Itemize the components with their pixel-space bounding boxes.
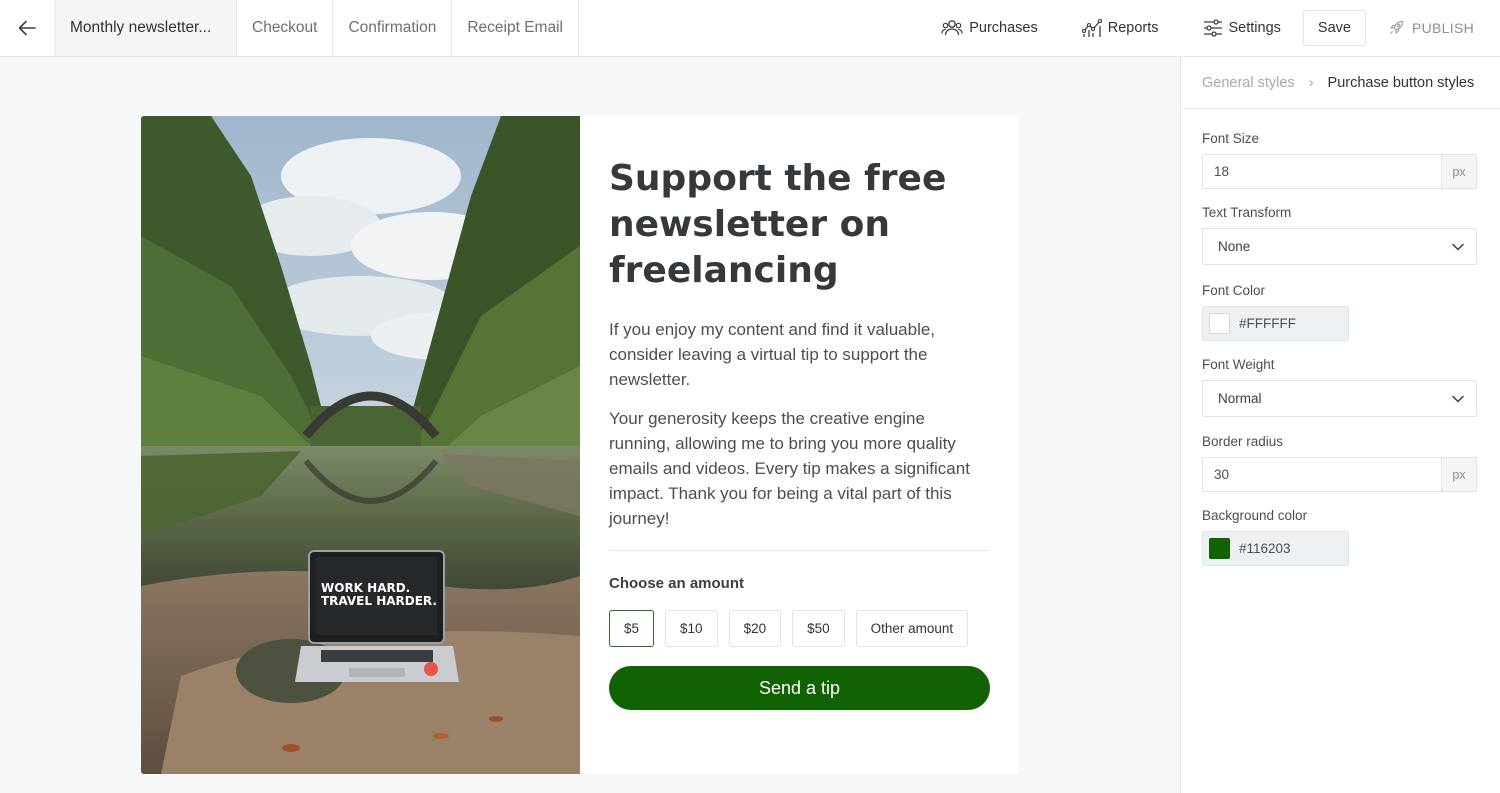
text-transform-field: Text Transform None <box>1202 205 1477 265</box>
breadcrumb-current: Purchase button styles <box>1327 74 1475 91</box>
hero-photo: WORK HARD. TRAVEL HARDER. <box>141 116 580 774</box>
breadcrumb-general-styles[interactable]: General styles <box>1202 75 1295 91</box>
sliders-icon <box>1203 19 1222 37</box>
background-color-value: #116203 <box>1239 541 1291 556</box>
font-color-picker[interactable]: #FFFFFF <box>1202 306 1349 341</box>
rocket-icon <box>1390 20 1404 34</box>
amount-option-50[interactable]: $50 <box>792 610 845 647</box>
arrow-left-icon <box>18 20 36 36</box>
users-icon <box>941 20 964 36</box>
chevron-down-icon <box>1452 395 1464 403</box>
amount-option-10[interactable]: $10 <box>665 610 718 647</box>
publish-button[interactable]: PUBLISH <box>1388 20 1474 36</box>
background-color-label: Background color <box>1202 508 1308 523</box>
tab-receipt-email[interactable]: Receipt Email <box>452 0 579 56</box>
font-weight-select[interactable]: Normal <box>1202 380 1477 417</box>
tab-page[interactable]: Monthly newsletter... <box>54 0 237 56</box>
font-weight-field: Font Weight Normal <box>1202 357 1477 417</box>
settings-link[interactable]: Settings <box>1203 19 1281 37</box>
save-button[interactable]: Save <box>1302 10 1366 46</box>
page-headline: Support the free newsletter on freelanci… <box>609 158 947 291</box>
amount-option-5[interactable]: $5 <box>609 610 655 647</box>
send-tip-button[interactable]: Send a tip <box>609 666 990 710</box>
font-size-input[interactable] <box>1203 155 1441 188</box>
breadcrumb: General styles › Purchase button styles <box>1181 57 1500 109</box>
background-color-picker[interactable]: #116203 <box>1202 531 1349 566</box>
checkout-preview-card: WORK HARD. TRAVEL HARDER. Support the fr… <box>141 116 1019 774</box>
amount-option-20[interactable]: $20 <box>728 610 782 647</box>
font-size-field: Font Size px <box>1202 131 1477 189</box>
chevron-down-icon <box>1452 243 1464 251</box>
font-color-swatch <box>1209 313 1230 334</box>
font-weight-label: Font Weight <box>1202 357 1275 372</box>
background-color-field: Background color #116203 <box>1202 508 1477 566</box>
choose-amount-label: Choose an amount <box>609 575 745 592</box>
breadcrumb-separator-icon: › <box>1308 74 1314 91</box>
intro-paragraph: If you enjoy my content and find it valu… <box>609 320 936 389</box>
laptop-sticker-line-2: TRAVEL HARDER. <box>321 594 437 608</box>
chart-icon <box>1081 18 1102 37</box>
purchases-link[interactable]: Purchases <box>941 19 1038 37</box>
amount-option-other[interactable]: Other amount <box>855 610 969 647</box>
tab-confirmation[interactable]: Confirmation <box>333 0 453 56</box>
section-divider <box>609 550 990 551</box>
border-radius-input[interactable] <box>1203 458 1441 491</box>
text-transform-value: None <box>1218 239 1251 254</box>
top-bar: Monthly newsletter... Checkout Confirmat… <box>0 0 1500 57</box>
body-paragraph: Your generosity keeps the creative engin… <box>609 409 970 528</box>
border-radius-label: Border radius <box>1202 434 1284 449</box>
settings-label: Settings <box>1228 20 1281 36</box>
font-weight-value: Normal <box>1218 391 1262 406</box>
reports-label: Reports <box>1107 20 1159 36</box>
style-panel: General styles › Purchase button styles … <box>1180 57 1500 793</box>
background-color-swatch <box>1209 538 1230 559</box>
tab-checkout[interactable]: Checkout <box>237 0 334 56</box>
border-radius-unit: px <box>1441 458 1476 491</box>
publish-label: PUBLISH <box>1411 20 1474 36</box>
amount-options: $5 $10 $20 $50 Other amount <box>609 610 969 647</box>
font-size-label: Font Size <box>1202 131 1260 146</box>
font-color-value: #FFFFFF <box>1239 316 1296 331</box>
border-radius-field: Border radius px <box>1202 434 1477 492</box>
font-color-field: Font Color #FFFFFF <box>1202 283 1477 341</box>
text-transform-select[interactable]: None <box>1202 228 1477 265</box>
purchases-label: Purchases <box>969 20 1038 36</box>
back-button[interactable] <box>0 0 54 56</box>
font-color-label: Font Color <box>1202 283 1266 298</box>
top-actions: Purchases Reports Settings Save PUBLISH <box>941 0 1500 56</box>
reports-link[interactable]: Reports <box>1081 18 1159 38</box>
font-size-unit: px <box>1441 155 1476 188</box>
laptop-sticker-line-1: WORK HARD. <box>321 581 410 595</box>
text-transform-label: Text Transform <box>1202 205 1292 220</box>
